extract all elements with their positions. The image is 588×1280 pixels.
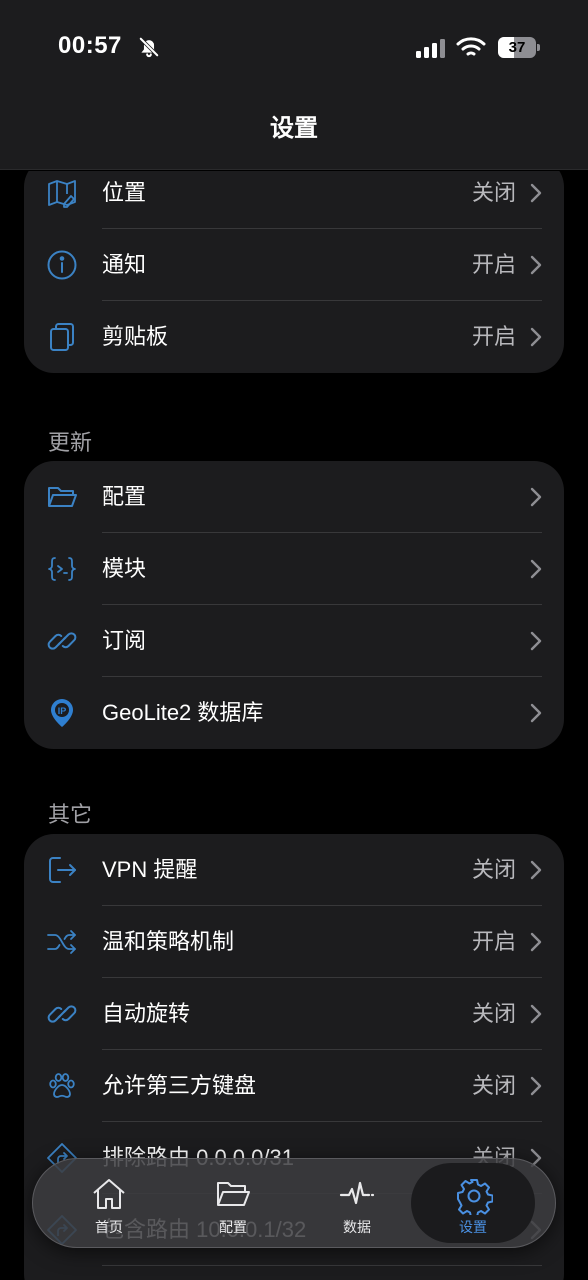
tab-label: 设置: [459, 1219, 487, 1235]
navigation-bar: 设置: [0, 90, 588, 170]
setting-label: GeoLite2 数据库: [102, 700, 264, 725]
setting-label: 通知: [102, 252, 147, 277]
setting-row-profile[interactable]: 配置: [24, 461, 564, 533]
page-title: 设置: [270, 115, 318, 142]
chevron-right-icon: [530, 487, 542, 507]
folder-icon: [48, 487, 77, 507]
tab-label: 配置: [219, 1219, 247, 1235]
chevron-right-icon: [530, 860, 542, 880]
setting-label: 自动旋转: [102, 1001, 191, 1026]
link-icon: [47, 632, 77, 650]
battery-level: 37: [508, 39, 526, 56]
setting-row-subscription[interactable]: 订阅: [24, 605, 564, 677]
home-icon: [93, 1179, 125, 1209]
clipboard-icon: [50, 323, 74, 351]
setting-value: 开启: [471, 252, 516, 277]
bell-off-icon: [138, 36, 160, 58]
tab-label: 首页: [95, 1219, 123, 1235]
setting-label: 位置: [102, 180, 147, 205]
setting-row-geolite2[interactable]: IP GeoLite2 数据库: [24, 677, 564, 749]
setting-label: 温和策略机制: [102, 929, 235, 954]
chevron-right-icon: [530, 932, 542, 952]
setting-row-location[interactable]: 位置 关闭: [24, 171, 564, 229]
setting-label: VPN 提醒: [102, 857, 198, 882]
chevron-right-icon: [530, 631, 542, 651]
chevron-right-icon: [530, 703, 542, 723]
setting-row-clipboard[interactable]: 剪贴板 开启: [24, 301, 564, 373]
chevron-right-icon: [530, 327, 542, 347]
paw-icon: [49, 1073, 75, 1098]
section-header-updates: 更新: [48, 430, 93, 455]
shuffle-icon: [47, 930, 76, 954]
setting-row-third-party-keyboard[interactable]: 允许第三方键盘 关闭: [24, 1050, 564, 1122]
gear-icon: [457, 1179, 493, 1215]
chevron-right-icon: [530, 1076, 542, 1096]
setting-value: 开启: [471, 324, 516, 349]
setting-label: 订阅: [102, 628, 147, 653]
permissions-card: 位置 关闭 通知 开启 剪贴板 开启: [24, 171, 564, 373]
setting-value: 关闭: [471, 1001, 516, 1026]
section-header-others: 其它: [48, 802, 93, 827]
chevron-right-icon: [530, 1004, 542, 1024]
setting-label: 配置: [102, 484, 147, 509]
activity-icon: [339, 1181, 375, 1205]
tab-label: 数据: [343, 1219, 371, 1235]
setting-label: 允许第三方键盘: [102, 1073, 257, 1098]
chevron-right-icon: [530, 255, 542, 275]
folder-icon: [217, 1182, 250, 1206]
status-bar: 00:57 37: [0, 0, 588, 90]
setting-row-notifications[interactable]: 通知 开启: [24, 229, 564, 301]
svg-text:IP: IP: [58, 706, 67, 716]
setting-label: 剪贴板: [102, 324, 169, 349]
tab-data[interactable]: 数据: [295, 1159, 419, 1247]
setting-row-auto-rotate[interactable]: 自动旋转 关闭: [24, 978, 564, 1050]
exit-icon: [49, 857, 76, 883]
chevron-right-icon: [530, 559, 542, 579]
wifi-icon: [456, 37, 486, 56]
status-time: 00:57: [58, 32, 122, 59]
tab-profile[interactable]: 配置: [171, 1159, 295, 1247]
setting-row-vpn-reminder[interactable]: VPN 提醒 关闭: [24, 834, 564, 906]
setting-row-gentle-policy[interactable]: 温和策略机制 开启: [24, 906, 564, 978]
tab-home[interactable]: 首页: [47, 1159, 171, 1247]
setting-value: 关闭: [471, 857, 516, 882]
setting-row-modules[interactable]: 模块: [24, 533, 564, 605]
updates-card: 配置 模块 订阅 IP GeoLite2 数据库: [24, 461, 564, 749]
signal-icon: [416, 39, 445, 58]
tab-bar: 首页 配置 数据 设置: [32, 1158, 556, 1248]
module-icon: [48, 557, 76, 581]
setting-value: 关闭: [471, 180, 516, 205]
ip-pin-icon: IP: [51, 699, 73, 727]
battery-indicator: 37: [498, 37, 540, 58]
tab-settings[interactable]: 设置: [411, 1163, 535, 1243]
info-icon: [47, 250, 77, 280]
settings-list[interactable]: 位置 关闭 通知 开启 剪贴板 开启 更新 配置 模块 订阅 IP GeoLit…: [0, 171, 588, 1280]
map-icon: [48, 180, 76, 208]
link-icon: [47, 1005, 77, 1023]
setting-label: 模块: [102, 556, 147, 581]
setting-value: 关闭: [471, 1073, 516, 1098]
setting-value: 开启: [471, 929, 516, 954]
chevron-right-icon: [530, 183, 542, 203]
